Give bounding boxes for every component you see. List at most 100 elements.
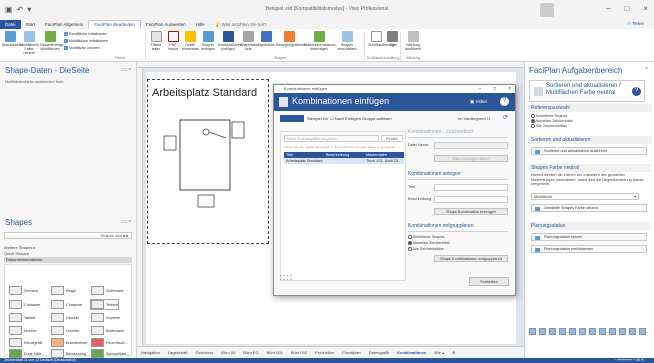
shape-item[interactable]: Klimagerät [9,338,42,347]
ref-radio-aktuelles[interactable]: Aktuelles Zeichenblatt [531,119,573,123]
shape-item[interactable]: Container [9,300,40,309]
master-select[interactable]: Multifläche ▾ [531,193,639,200]
help-icon[interactable]: ? [632,87,641,96]
shape-item[interactable]: Sideboard [91,286,123,295]
shape-item[interactable]: Tablett [9,313,35,322]
page-tab[interactable]: Navigation [141,350,160,355]
schliessen-button[interactable]: Schließen [469,277,509,286]
tool-icon[interactable] [569,327,576,335]
ribbon-button-grafik[interactable]: Grafik einmessen [182,31,199,51]
ribbon-button-shapedaten-sets[interactable]: Shapedaten-Sets [240,31,261,51]
ribbon-button-tuer[interactable]: Tür [386,31,398,47]
search-icon[interactable]: ⌕ ▾ [123,233,128,239]
planung-zuruecksetzen-button[interactable]: Planungsstatus zurücksetzen [531,245,647,253]
ref-radio-selektierte[interactable]: Selektierte Shapes [531,114,567,118]
ribbon-button-farbe-neutral[interactable]: Multiflächen Faltte neutral [20,31,39,55]
tool-icon[interactable] [619,327,626,335]
find-button[interactable]: Finden [381,135,403,142]
page-tab[interactable]: Büro 00 [221,350,235,355]
ribbon-button-aktualisieren[interactable]: Aktualisieren [2,31,23,47]
tool-icon[interactable] [539,327,546,335]
tab-datei[interactable]: Datei [0,20,21,29]
page-tab[interactable]: Lageschaft [168,350,188,355]
shape-item[interactable]: Erste Hilfe [9,349,42,358]
entgruppieren-button[interactable]: Shape Kombinationen entgruppieren [434,255,508,262]
ribbon-button-bewegungsflaechen[interactable]: Bewegungsflächen [276,31,306,47]
close-button[interactable]: × [643,4,648,13]
table-row[interactable]: Arbeitsplatz Standard Tisch 1S1, Multi D… [284,158,404,164]
beschreibung-field[interactable] [434,196,508,203]
tab-start[interactable]: Start [21,22,41,27]
planung-setzen-button[interactable]: Planungsstatus setzen [531,233,647,241]
vordergrund-checkbox[interactable]: Im Vordergrund ☐ [458,116,490,121]
shape-item[interactable]: Bemessung [51,349,86,358]
maximize-button[interactable]: □ [624,4,629,13]
shape-item[interactable]: Telefon [89,299,120,310]
tool-icon[interactable] [549,327,556,335]
stencil-dokument[interactable]: Dokumentschablone [4,257,132,263]
page-tab[interactable]: Produktion [315,350,334,355]
page-tab[interactable]: Geschoss [195,350,213,355]
tool-icon[interactable] [559,327,566,335]
tool-icon[interactable] [599,327,606,335]
kombination-erzeugen-button[interactable]: Shape Kombination erzeugen [434,208,508,215]
grid-icon[interactable]: ⛶ [280,275,285,282]
page-tab[interactable]: Büro 002 [291,350,307,355]
page-tab[interactable]: Datengrafik [369,350,389,355]
tool-icon[interactable] [629,327,636,335]
tell-me-search[interactable]: 💡 Was möchten Sie tun? [210,22,272,28]
tool-icon[interactable] [579,327,586,335]
shape-item[interactable]: Brandmelder [51,338,88,347]
refresh-icon[interactable]: ⟳ [503,114,508,121]
sort-button[interactable]: Sortieren und aktualisieren ausführen [531,147,647,155]
shape-item[interactable]: Bodentank [91,326,124,335]
shape-item[interactable]: Monitor [9,326,37,335]
ribbon-button-schriftaenderungen[interactable]: Schriftänderungen [368,31,397,47]
shape-item[interactable]: Sammelstel... [91,349,129,358]
radio-aktuelles[interactable]: Aktuelles Zeichenblatt [408,241,450,245]
task-pane-close[interactable]: × [645,66,648,72]
ribbon-button-wartung[interactable]: Wartung ausführen [402,31,424,51]
zoom-slider[interactable]: − ━━━━━━━ + 46 % [614,358,644,363]
tab-hilfe[interactable]: Hilfe [191,22,210,27]
page-tab-all[interactable]: Alle ▴ [434,350,444,355]
ribbon-button-flaeche-teilen[interactable]: Fläche teilen [148,31,164,51]
tab-faciplan-allgemein[interactable]: FaciPlan Allgemein [40,22,88,27]
page-tab[interactable]: Büro 001 [267,350,283,355]
page-tab[interactable]: Büro EG [243,350,258,355]
share-button[interactable]: ⚇ Teilen [627,21,644,27]
ribbon-multiflaechen-init[interactable]: Multiflächen initialisieren [64,39,108,44]
shapes-close[interactable]: ▭ × [122,219,131,225]
combination-search-input[interactable]: Nach Suchbegriffen eingeben... [284,135,379,142]
tool-icon[interactable] [639,327,646,335]
nach-einfuegen-checkbox[interactable]: ☐ Nach Einfügen Gruppe auflösen [330,116,392,121]
ribbon-multiflaeche-loeschen[interactable]: Multifläche löschen [64,46,100,51]
ribbon-randflaeche[interactable]: Randfläche initialisieren [64,32,107,37]
help-icon[interactable]: ? [500,97,509,106]
page-tab[interactable]: Fluchtplan [342,350,360,355]
dialog-close-icon[interactable]: × [508,85,511,93]
shapes-search-input[interactable]: Shapes suchen ⌕ ▾ [4,232,132,239]
tab-faciplan-bearbeiten[interactable]: FaciPlan Bearbeiten [88,20,141,29]
ribbon-button-shapes-verschieben[interactable]: Shapes verschieben [336,31,358,51]
ribbon-button-kombinationen[interactable]: Kombinationen einfügen [218,31,242,51]
minimize-button[interactable]: – [606,4,610,13]
stempel-toggle[interactable] [280,115,304,122]
shape-item[interactable]: Computer [51,300,83,309]
farbe-neutral-button[interactable]: Gewählte Shapes Farbe neutral [531,204,647,212]
tool-icon[interactable] [609,327,616,335]
shape-item[interactable]: Regal [51,286,76,295]
shape-item[interactable]: Feuerlösch... [91,338,128,347]
ribbon-button-gesamtmenge[interactable]: Gesamtmenge Multiflächen [40,31,64,51]
shape-item[interactable]: Kopierer [91,313,120,322]
radio-selektierte[interactable]: Selektierte Shapes [408,235,444,239]
tool-icon[interactable] [589,327,596,335]
video-link[interactable]: ▣ Video [470,99,487,105]
ribbon-button-pdf-import[interactable]: PDF Import [166,31,180,51]
tab-faciplan-auswerten[interactable]: FaciPlan Auswerten [141,22,191,27]
ribbon-button-nutzerinfo[interactable]: Nutzerinformationen übertragen [304,31,336,51]
add-page-icon[interactable]: ⊕ [452,350,455,355]
titel-field[interactable] [434,184,508,191]
shape-data-close[interactable]: ▭ × [122,67,131,73]
workplace-drawing[interactable] [160,110,260,230]
